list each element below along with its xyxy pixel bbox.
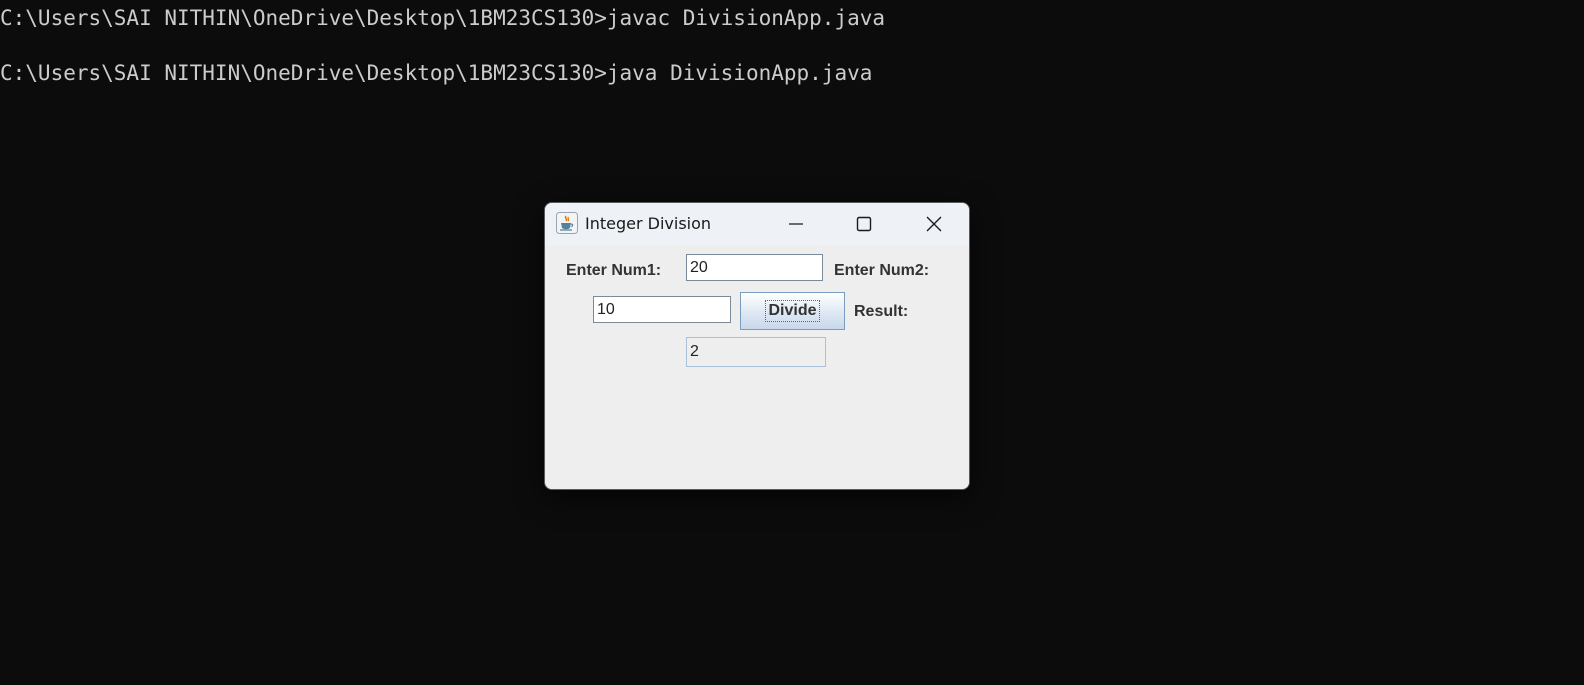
form-panel: Enter Num1: Enter Num2: Divide Result: [545, 245, 969, 489]
java-coffee-cup-icon [556, 212, 578, 234]
minimize-icon [789, 223, 803, 225]
minimize-button[interactable] [773, 209, 819, 239]
num1-label: Enter Num1: [566, 262, 662, 279]
window-title: Integer Division [585, 214, 712, 233]
result-label: Result: [854, 303, 909, 320]
divide-button[interactable]: Divide [740, 292, 845, 330]
title-bar[interactable]: Integer Division [545, 203, 969, 245]
integer-division-window: Integer Division Enter Num1: Enter Num2:… [544, 202, 970, 490]
num2-label: Enter Num2: [834, 262, 930, 279]
divide-button-label: Divide [765, 300, 820, 322]
num1-input[interactable] [686, 254, 823, 281]
terminal-line-java: C:\Users\SAI NITHIN\OneDrive\Desktop\1BM… [0, 61, 873, 85]
close-button[interactable] [911, 209, 957, 239]
maximize-icon [856, 216, 872, 232]
num2-input[interactable] [593, 296, 731, 323]
result-field [686, 337, 826, 367]
maximize-button[interactable] [841, 209, 887, 239]
close-icon [926, 216, 942, 232]
terminal-line-javac: C:\Users\SAI NITHIN\OneDrive\Desktop\1BM… [0, 6, 886, 30]
